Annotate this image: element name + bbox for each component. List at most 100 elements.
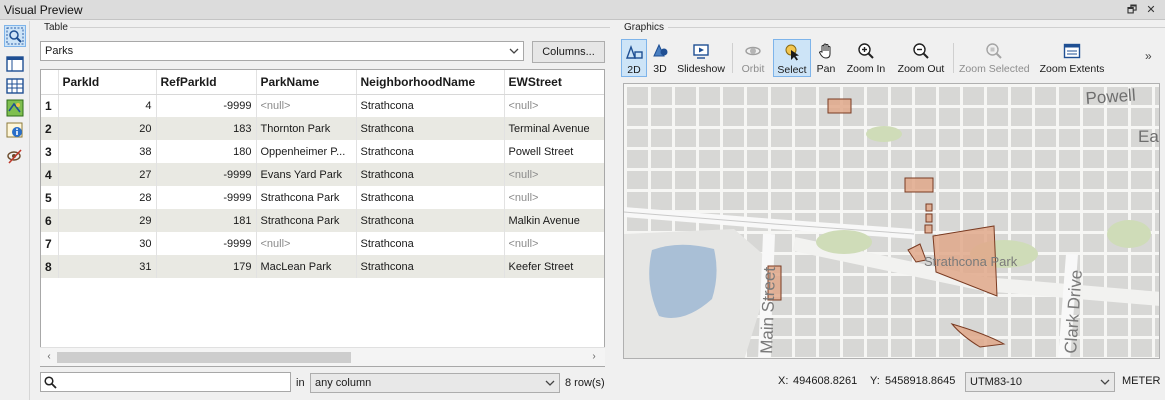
cell-refparkid[interactable]: -9999 <box>156 163 257 186</box>
search-field[interactable] <box>40 372 291 392</box>
park-polygon[interactable] <box>924 224 933 234</box>
restore-button[interactable]: 🗗 <box>1124 2 1140 18</box>
zoom-selected-icon <box>986 43 1002 59</box>
cell-neighborhoodname[interactable]: Strathcona <box>356 209 505 232</box>
map-view[interactable]: Powell Eas Strathcona Park Main Street C… <box>623 83 1160 359</box>
table-row[interactable]: 1 4 -9999 <null> Strathcona <null> <box>41 94 604 117</box>
map-canvas[interactable]: Powell Eas Strathcona Park Main Street C… <box>624 84 1160 359</box>
column-header-neighborhoodname[interactable]: NeighborhoodName <box>356 70 505 95</box>
table-row[interactable]: 5 28 -9999 Strathcona Park Strathcona <null> <box>41 186 604 209</box>
table-row[interactable]: 8 31 179 MacLean Park Strathcona Keefer Stree… <box>41 255 604 278</box>
zoom-extents-icon <box>1063 43 1081 59</box>
inspect-button[interactable] <box>4 25 26 47</box>
map-green-space <box>1107 220 1151 248</box>
park-polygon[interactable] <box>925 203 933 212</box>
column-header-parkname[interactable]: ParkName <box>256 70 357 95</box>
cell-ewstreet[interactable]: <null> <box>504 232 604 255</box>
tool-slideshow[interactable]: Slideshow <box>675 39 727 77</box>
cell-parkname[interactable]: <null> <box>256 232 357 255</box>
cell-parkid[interactable]: 28 <box>58 186 157 209</box>
close-button[interactable]: ✕ <box>1143 2 1159 18</box>
park-polygon[interactable] <box>904 177 934 193</box>
cell-parkid[interactable]: 30 <box>58 232 157 255</box>
cell-parkid[interactable]: 38 <box>58 140 157 163</box>
cell-ewstreet[interactable]: <null> <box>504 186 604 209</box>
table-view-button[interactable] <box>4 53 26 75</box>
grid-view-button[interactable] <box>4 75 26 97</box>
tool-zoom-out[interactable]: Zoom Out <box>895 39 947 77</box>
tool-zoom-selected[interactable]: Zoom Selected <box>959 39 1030 77</box>
cell-parkid[interactable]: 20 <box>58 117 157 140</box>
cell-neighborhoodname[interactable]: Strathcona <box>356 140 505 163</box>
cell-refparkid[interactable]: -9999 <box>156 94 257 117</box>
park-polygon[interactable] <box>827 98 852 114</box>
display-control-button[interactable] <box>4 145 26 167</box>
cell-ewstreet[interactable]: <null> <box>504 163 604 186</box>
tool-2d[interactable]: 2D <box>621 39 647 77</box>
map-view-button[interactable] <box>4 97 26 119</box>
cell-parkname[interactable]: Strathcona Park <box>256 209 357 232</box>
tool-select[interactable]: Select <box>773 39 811 77</box>
tool-select-label: Select <box>777 64 807 76</box>
cell-refparkid[interactable]: 179 <box>156 255 257 278</box>
table-row[interactable]: 4 27 -9999 Evans Yard Park Strathcona <null> <box>41 163 604 186</box>
feature-info-button[interactable] <box>4 119 26 141</box>
scroll-right-icon[interactable]: › <box>588 351 600 363</box>
tool-orbit[interactable]: Orbit <box>738 39 768 77</box>
row-number: 4 <box>41 163 59 186</box>
column-header-refparkid[interactable]: RefParkId <box>156 70 257 95</box>
cell-refparkid[interactable]: -9999 <box>156 232 257 255</box>
table-row[interactable]: 3 38 180 Oppenheimer P... Strathcona Powell S… <box>41 140 604 163</box>
column-filter-select[interactable]: any column <box>310 373 560 393</box>
crs-select[interactable]: UTM83-10 <box>965 372 1115 392</box>
scroll-left-icon[interactable]: ‹ <box>43 351 55 363</box>
cell-parkname[interactable]: <null> <box>256 94 357 117</box>
cell-refparkid[interactable]: -9999 <box>156 186 257 209</box>
cell-neighborhoodname[interactable]: Strathcona <box>356 117 505 140</box>
cell-parkid[interactable]: 31 <box>58 255 157 278</box>
toolbar-overflow-button[interactable]: » <box>1145 49 1152 63</box>
cell-parkid[interactable]: 27 <box>58 163 157 186</box>
cell-ewstreet[interactable]: Powell Street <box>504 140 604 163</box>
data-table[interactable]: ParkId RefParkId ParkName NeighborhoodNa… <box>40 69 605 367</box>
columns-button[interactable]: Columns... <box>532 41 605 63</box>
park-polygon[interactable] <box>925 213 933 223</box>
tool-zoom-out-label: Zoom Out <box>897 63 945 75</box>
cell-parkname[interactable]: MacLean Park <box>256 255 357 278</box>
table-row[interactable]: 7 30 -9999 <null> Strathcona <null> <box>41 232 604 255</box>
cell-ewstreet[interactable]: <null> <box>504 94 604 117</box>
cell-refparkid[interactable]: 181 <box>156 209 257 232</box>
scroll-thumb[interactable] <box>57 352 351 363</box>
cell-refparkid[interactable]: 183 <box>156 117 257 140</box>
search-input[interactable] <box>59 374 287 390</box>
cell-parkname[interactable]: Evans Yard Park <box>256 163 357 186</box>
cell-parkname[interactable]: Oppenheimer P... <box>256 140 357 163</box>
cell-neighborhoodname[interactable]: Strathcona <box>356 163 505 186</box>
pan-hand-icon <box>818 43 831 59</box>
cell-neighborhoodname[interactable]: Strathcona <box>356 186 505 209</box>
crs-value: UTM83-10 <box>970 376 1022 388</box>
view-3d-icon <box>653 43 668 57</box>
cell-parkname[interactable]: Strathcona Park <box>256 186 357 209</box>
map-green-space <box>866 126 902 142</box>
dataset-select[interactable]: Parks <box>40 41 524 61</box>
cell-neighborhoodname[interactable]: Strathcona <box>356 94 505 117</box>
tool-zoom-in[interactable]: Zoom In <box>844 39 888 77</box>
cell-neighborhoodname[interactable]: Strathcona <box>356 232 505 255</box>
horizontal-scrollbar[interactable]: ‹ › <box>40 347 605 366</box>
cell-parkid[interactable]: 29 <box>58 209 157 232</box>
cell-ewstreet[interactable]: Malkin Avenue <box>504 209 604 232</box>
cell-ewstreet[interactable]: Keefer Street <box>504 255 604 278</box>
cell-ewstreet[interactable]: Terminal Avenue <box>504 117 604 140</box>
cell-refparkid[interactable]: 180 <box>156 140 257 163</box>
cell-parkname[interactable]: Thornton Park <box>256 117 357 140</box>
tool-zoom-extents[interactable]: Zoom Extents <box>1039 39 1105 77</box>
tool-pan[interactable]: Pan <box>814 39 838 77</box>
cell-neighborhoodname[interactable]: Strathcona <box>356 255 505 278</box>
table-row[interactable]: 2 20 183 Thornton Park Strathcona Terminal Av… <box>41 117 604 140</box>
column-header-parkid[interactable]: ParkId <box>58 70 157 95</box>
cell-parkid[interactable]: 4 <box>58 94 157 117</box>
column-header-ewstreet[interactable]: EWStreet <box>504 70 604 95</box>
table-row[interactable]: 6 29 181 Strathcona Park Strathcona Malkin Av… <box>41 209 604 232</box>
tool-3d[interactable]: 3D <box>648 39 672 77</box>
